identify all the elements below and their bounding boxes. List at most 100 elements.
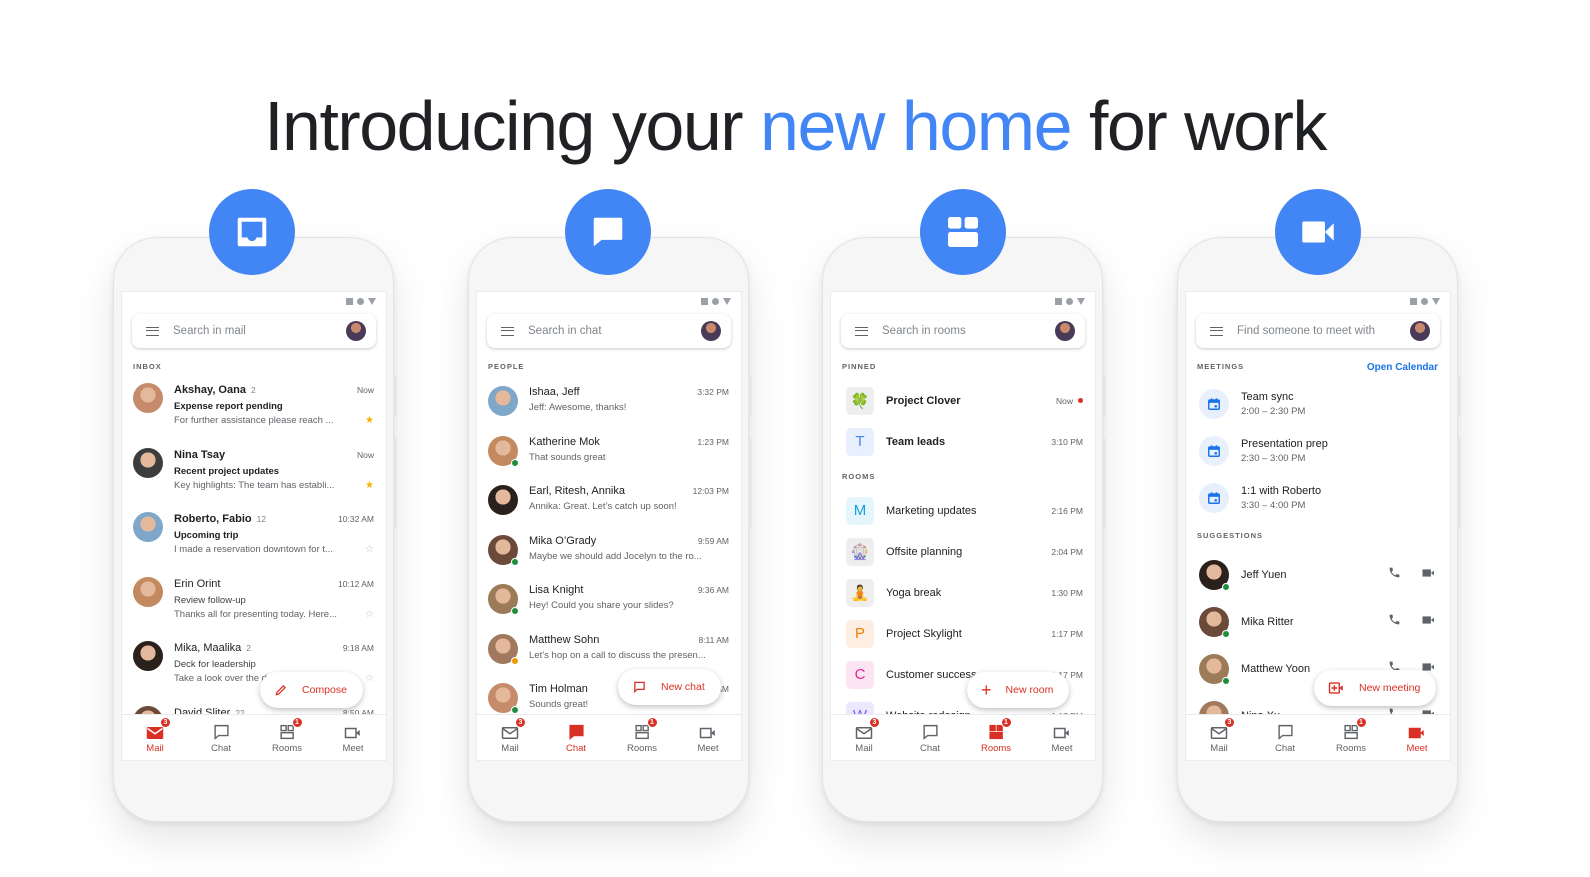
nav-tab-rooms[interactable]: 1 Rooms xyxy=(1321,716,1381,754)
chat-item-header: Matthew Sohn 8:11 AM xyxy=(529,634,729,646)
menu-icon[interactable] xyxy=(146,326,159,336)
mail-list-item[interactable]: Erin Orint 10:12 AM Review follow-up Thanks… xyxy=(122,574,386,639)
nav-tab-chat[interactable]: Chat xyxy=(546,722,606,754)
message-preview: Jeff: Awesome, thanks! xyxy=(529,402,627,413)
nav-tab-rooms[interactable]: 1 Rooms xyxy=(612,716,672,754)
meeting-item[interactable]: Team sync 2:00 – 2:30 PM xyxy=(1186,380,1450,427)
chat-list-item[interactable]: Mika O’Grady 9:59 AM Maybe we should add J… xyxy=(477,529,741,579)
open-calendar-link[interactable]: Open Calendar xyxy=(1367,348,1438,380)
video-call-icon[interactable] xyxy=(1421,613,1436,631)
message-preview: Hey! Could you share your slides? xyxy=(529,600,674,611)
suggestion-item[interactable]: Mika Ritter xyxy=(1186,598,1450,645)
chat-item-header: Lisa Knight 9:36 AM xyxy=(529,584,729,596)
account-avatar[interactable] xyxy=(1410,321,1430,341)
sender-avatar xyxy=(133,447,163,478)
rooms-icon: 1 xyxy=(634,716,658,740)
new-meeting-button[interactable]: New meeting xyxy=(1314,670,1437,706)
mail-search-input[interactable] xyxy=(173,325,346,337)
mail-icon: 3 xyxy=(501,716,526,740)
account-avatar[interactable] xyxy=(346,321,366,341)
star-icon[interactable]: ☆ xyxy=(365,544,374,555)
nav-tab-rooms[interactable]: 1 Rooms xyxy=(257,716,317,754)
chat-time: 9:36 AM xyxy=(697,585,729,595)
nav-tab-mail[interactable]: 3 Mail xyxy=(125,716,185,754)
room-list-item[interactable]: 🎡 Offsite planning 2:04 PM xyxy=(831,531,1095,572)
online-indicator xyxy=(511,557,519,566)
suggestions-label: SUGGESTIONS xyxy=(1197,531,1264,540)
room-list-item[interactable]: P Project Skylight 1:17 PM xyxy=(831,613,1095,654)
mail-icon: 3 xyxy=(1210,716,1235,740)
nav-tab-label: Mail xyxy=(855,742,873,754)
chat-list-item[interactable]: Lisa Knight 9:36 AM Hey! Could you share y… xyxy=(477,578,741,628)
rooms-search-input[interactable] xyxy=(882,325,1055,337)
chat-time: 8:11 AM xyxy=(698,634,729,645)
mail-list-item[interactable]: Roberto, Fabio 12 10:32 AM Upcoming trip I m… xyxy=(122,509,386,574)
video-add-icon xyxy=(1328,682,1343,694)
nav-tab-label: Rooms xyxy=(980,742,1012,754)
phone-icon[interactable] xyxy=(1388,613,1401,631)
nav-tab-mail[interactable]: 3 Mail xyxy=(480,716,540,754)
new-chat-button[interactable]: New chat xyxy=(618,669,721,705)
phone-icon[interactable] xyxy=(1388,566,1401,584)
room-time: 2:16 PM xyxy=(1051,506,1083,516)
mail-list-item[interactable]: Akshay, Oana 2 Now Expense report pending Fo… xyxy=(122,380,386,445)
sender-avatar xyxy=(133,383,163,413)
meet-search-bar[interactable] xyxy=(1196,314,1440,348)
meet-phone: MEETINGS Open Calendar Team sync 2:00 – 2:3… xyxy=(1177,237,1461,822)
thread-count: 2 xyxy=(250,385,256,395)
compose-button[interactable]: Compose xyxy=(260,672,363,708)
menu-icon[interactable] xyxy=(1210,326,1223,336)
online-indicator xyxy=(1222,629,1230,638)
pinned-label: PINNED xyxy=(842,362,877,371)
rooms-search-bar[interactable] xyxy=(841,314,1085,348)
chat-bubble-icon xyxy=(593,217,623,247)
nav-tab-chat[interactable]: Chat xyxy=(900,722,960,754)
sender-name: Akshay, Oana xyxy=(174,384,246,396)
nav-tab-chat[interactable]: Chat xyxy=(1255,722,1315,754)
mail-phone: INBOX Akshay, Oana 2 Now Expense report pen… xyxy=(113,237,397,822)
nav-tab-meet[interactable]: Meet xyxy=(1032,722,1092,754)
room-time-text: 1:17 PM xyxy=(1051,628,1083,639)
suggestion-item[interactable]: Jeff Yuen xyxy=(1186,551,1450,598)
meet-search-input[interactable] xyxy=(1237,325,1410,337)
new-room-button[interactable]: + New room xyxy=(967,672,1070,708)
nav-tab-label: Chat xyxy=(919,742,941,754)
meeting-item[interactable]: 1:1 with Roberto 3:30 – 4:00 PM xyxy=(1186,474,1450,521)
chat-list-item[interactable]: Earl, Ritesh, Annika 12:03 PM Annika: Grea… xyxy=(477,479,741,529)
meeting-time: 2:00 – 2:30 PM xyxy=(1241,405,1306,417)
nav-tab-meet[interactable]: Meet xyxy=(678,722,738,754)
menu-icon[interactable] xyxy=(855,326,868,336)
star-icon[interactable]: ☆ xyxy=(365,609,374,620)
contact-name: Katherine Mok xyxy=(529,435,600,448)
mail-snippet-row: Thanks all for presenting today. Here...… xyxy=(174,609,374,620)
rooms-app-badge xyxy=(920,189,1006,275)
chat-search-bar[interactable] xyxy=(487,314,731,348)
mail-search-bar[interactable] xyxy=(132,314,376,348)
video-call-icon[interactable] xyxy=(1421,566,1436,584)
room-list-item[interactable]: 🧘 Yoga break 1:30 PM xyxy=(831,572,1095,613)
account-avatar[interactable] xyxy=(1055,321,1075,341)
chat-search-input[interactable] xyxy=(528,325,701,337)
nav-tab-mail[interactable]: 3 Mail xyxy=(1189,716,1249,754)
chat-list-item[interactable]: Katherine Mok 1:23 PM That sounds great xyxy=(477,430,741,480)
meet-icon xyxy=(1053,722,1071,740)
nav-tab-meet[interactable]: Meet xyxy=(323,722,383,754)
mail-list-item[interactable]: Nina Tsay Now Recent project updates Key hi… xyxy=(122,445,386,510)
nav-tab-mail[interactable]: 3 Mail xyxy=(834,716,894,754)
nav-tab-meet[interactable]: Meet xyxy=(1387,722,1447,754)
room-list-item[interactable]: T Team leads 3:10 PM xyxy=(831,421,1095,462)
nav-tab-rooms[interactable]: 1 Rooms xyxy=(966,716,1026,754)
nav-tab-chat[interactable]: Chat xyxy=(191,722,251,754)
chat-time: 3:32 PM xyxy=(697,387,729,397)
room-list-item[interactable]: 🍀 Project Clover Now xyxy=(831,380,1095,421)
suggestion-actions xyxy=(1388,613,1436,631)
star-icon[interactable]: ★ xyxy=(365,415,374,426)
calendar-icon xyxy=(1199,482,1229,513)
room-list-item[interactable]: M Marketing updates 2:16 PM xyxy=(831,490,1095,531)
chat-list-item[interactable]: Ishaa, Jeff 3:32 PM Jeff: Awesome, thanks! xyxy=(477,380,741,430)
menu-icon[interactable] xyxy=(501,326,514,336)
star-icon[interactable]: ☆ xyxy=(365,673,374,684)
star-icon[interactable]: ★ xyxy=(365,480,374,491)
meeting-item[interactable]: Presentation prep 2:30 – 3:00 PM xyxy=(1186,427,1450,474)
account-avatar[interactable] xyxy=(701,321,721,341)
